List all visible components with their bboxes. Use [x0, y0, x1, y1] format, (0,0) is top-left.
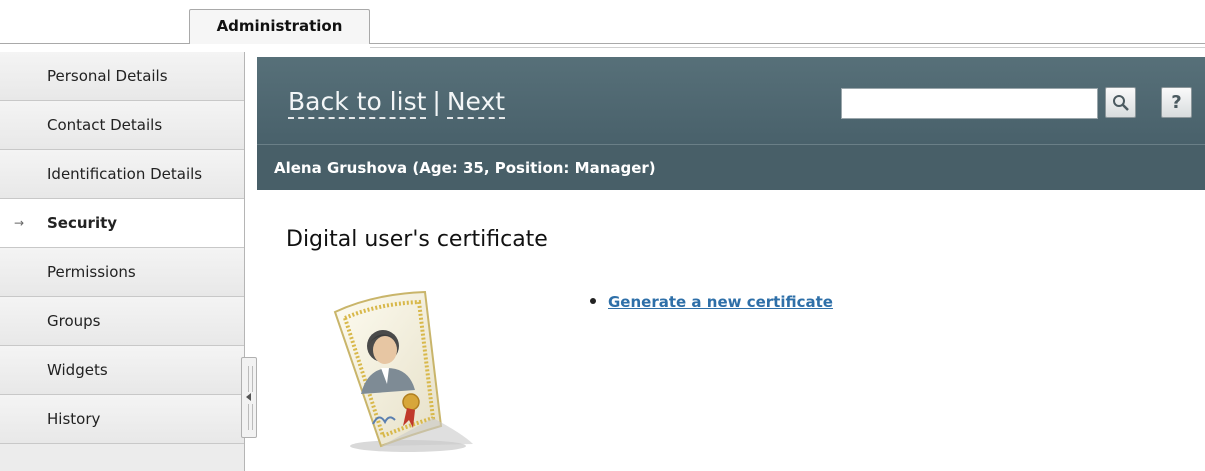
- record-header: Alena Grushova (Age: 35, Position: Manag…: [257, 144, 1205, 190]
- generate-certificate-link[interactable]: Generate a new certificate: [608, 293, 833, 311]
- certificate-icon: [333, 290, 473, 452]
- tab-divider: [370, 43, 1205, 44]
- sidebar-item-contact-details[interactable]: Contact Details: [0, 101, 244, 150]
- search-input[interactable]: [841, 88, 1098, 119]
- sidebar: Personal Details Contact Details Identif…: [0, 52, 245, 471]
- sidebar-item-personal-details[interactable]: Personal Details: [0, 52, 244, 101]
- sidebar-item-widgets[interactable]: Widgets: [0, 346, 244, 395]
- sidebar-item-label: Widgets: [47, 361, 108, 379]
- certificate-actions: Generate a new certificate: [590, 293, 833, 311]
- bullet-icon: [590, 297, 596, 304]
- search-icon: [1112, 94, 1129, 111]
- nav-separator: |: [432, 87, 441, 116]
- list-item: Generate a new certificate: [590, 293, 833, 311]
- collapse-left-arrow-icon: [246, 393, 251, 401]
- sidebar-item-identification-details[interactable]: Identification Details: [0, 150, 244, 199]
- tab-divider: [370, 47, 1205, 48]
- help-button[interactable]: ?: [1161, 87, 1192, 118]
- grip-icon: [248, 366, 253, 392]
- sidebar-collapse-handle[interactable]: [241, 357, 257, 438]
- next-link[interactable]: Next: [446, 87, 506, 119]
- current-item-arrow-icon: →: [14, 216, 25, 230]
- search-button[interactable]: [1105, 87, 1136, 118]
- main-panel: Back to list | Next ? Alena Grushova (Age:…: [257, 52, 1205, 471]
- sidebar-item-label: Groups: [47, 312, 101, 330]
- tab-divider: [0, 43, 189, 44]
- tab-administration[interactable]: Administration: [189, 9, 370, 44]
- record-navigation: Back to list | Next: [288, 87, 506, 119]
- back-to-list-link[interactable]: Back to list: [288, 87, 427, 119]
- sidebar-item-label: History: [47, 410, 101, 428]
- grip-icon: [248, 404, 253, 430]
- sidebar-item-permissions[interactable]: Permissions: [0, 248, 244, 297]
- sidebar-item-label: Identification Details: [47, 165, 203, 183]
- sidebar-item-label: Personal Details: [47, 67, 168, 85]
- sidebar-item-label: Contact Details: [47, 116, 163, 134]
- tab-strip: Administration: [0, 0, 1205, 48]
- sidebar-item-history[interactable]: History: [0, 395, 244, 444]
- record-toolbar: Back to list | Next ?: [257, 57, 1205, 149]
- section-title: Digital user's certificate: [286, 227, 548, 252]
- sidebar-item-groups[interactable]: Groups: [0, 297, 244, 346]
- sidebar-item-label: Security: [47, 214, 118, 232]
- sidebar-item-security[interactable]: → Security: [0, 199, 244, 248]
- sidebar-item-label: Permissions: [47, 263, 136, 281]
